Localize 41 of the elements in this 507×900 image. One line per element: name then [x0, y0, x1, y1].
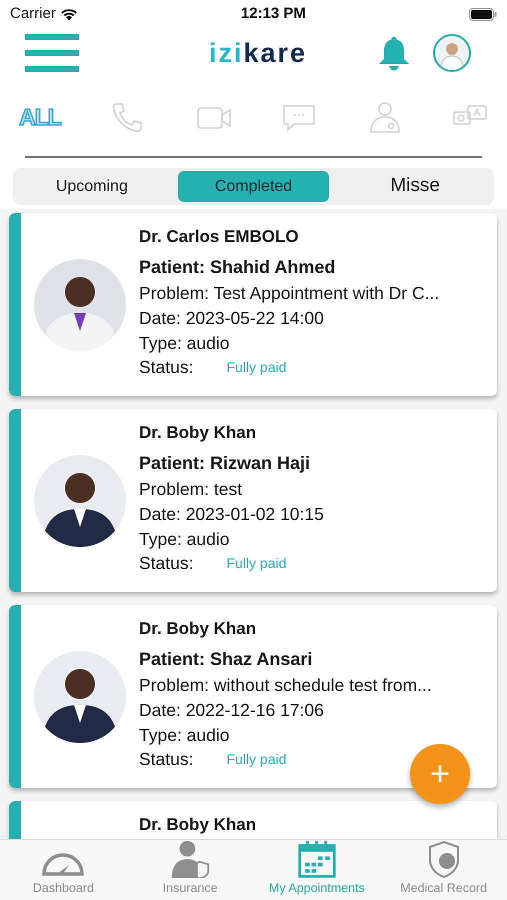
status-label: Status: [139, 748, 194, 772]
type-text: Type: audio [139, 528, 230, 551]
tab-bar-item[interactable]: Insurance [126, 840, 254, 900]
type-text: Type: audio [139, 332, 230, 355]
clock-time: 12:13 PM [240, 4, 306, 24]
record-icon [428, 840, 460, 878]
appointments-icon [296, 840, 338, 878]
problem-text: Problem: Test Appointment with Dr C... [139, 282, 440, 305]
patient-name: Patient: Rizwan Haji [139, 452, 312, 475]
tab-bar-item[interactable]: Dashboard [0, 840, 127, 900]
status-label: Status: [139, 552, 194, 576]
battery-icon [468, 8, 497, 20]
patient-name: Patient: Shaz Ansari [139, 648, 314, 671]
type-text: Type: audio [139, 724, 230, 747]
segment-tab[interactable]: Upcoming [16, 171, 168, 202]
carrier-label: Carrier [10, 4, 56, 24]
date-text: Date: 2022-12-16 17:06 [139, 699, 325, 722]
doctor-name: Dr. Carlos EMBOLO [139, 226, 300, 248]
appointment-card[interactable]: Dr. Boby Khan Patient: Rizwan Haji Problem: test Date: 2023-01-02 10:15 Type: audio Status: Fully paid [9, 409, 497, 592]
segment-tab[interactable]: Misse [339, 171, 492, 202]
app-logo: izikare [208, 36, 308, 70]
menu-button[interactable] [25, 34, 79, 72]
tab-bar-item[interactable]: Medical Record [380, 840, 507, 900]
doctor-name: Dr. Boby Khan [139, 422, 258, 444]
profile-avatar[interactable] [432, 34, 471, 72]
appointment-card[interactable]: Dr. Carlos EMBOLO Patient: Shahid Ahmed Problem: Test Appointment with Dr C... Date: 2023-05-22 14:00 Type: audio Status: Fully paid [9, 213, 497, 396]
bell-icon[interactable] [376, 35, 411, 71]
payment-status: Fully paid [226, 750, 286, 769]
date-text: Date: 2023-01-02 10:15 [139, 503, 324, 526]
payment-status: Fully paid [226, 554, 286, 573]
status-label: Status: [139, 356, 194, 380]
patient-name: Patient: Shahid Ahmed [139, 256, 336, 279]
payment-status: Fully paid [226, 358, 286, 377]
doctor-name: Dr. Boby Khan [139, 618, 258, 640]
date-text: Date: 2023-05-22 14:00 [139, 307, 325, 330]
wifi-icon [60, 8, 78, 20]
problem-text: Problem: test [139, 478, 244, 501]
segment-tab[interactable]: Completed [178, 171, 330, 202]
doctor-name: Dr. Boby Khan [139, 814, 256, 836]
appointment-card[interactable]: Dr. Boby Khan [9, 801, 497, 839]
problem-text: Problem: without schedule test from... [139, 674, 432, 697]
